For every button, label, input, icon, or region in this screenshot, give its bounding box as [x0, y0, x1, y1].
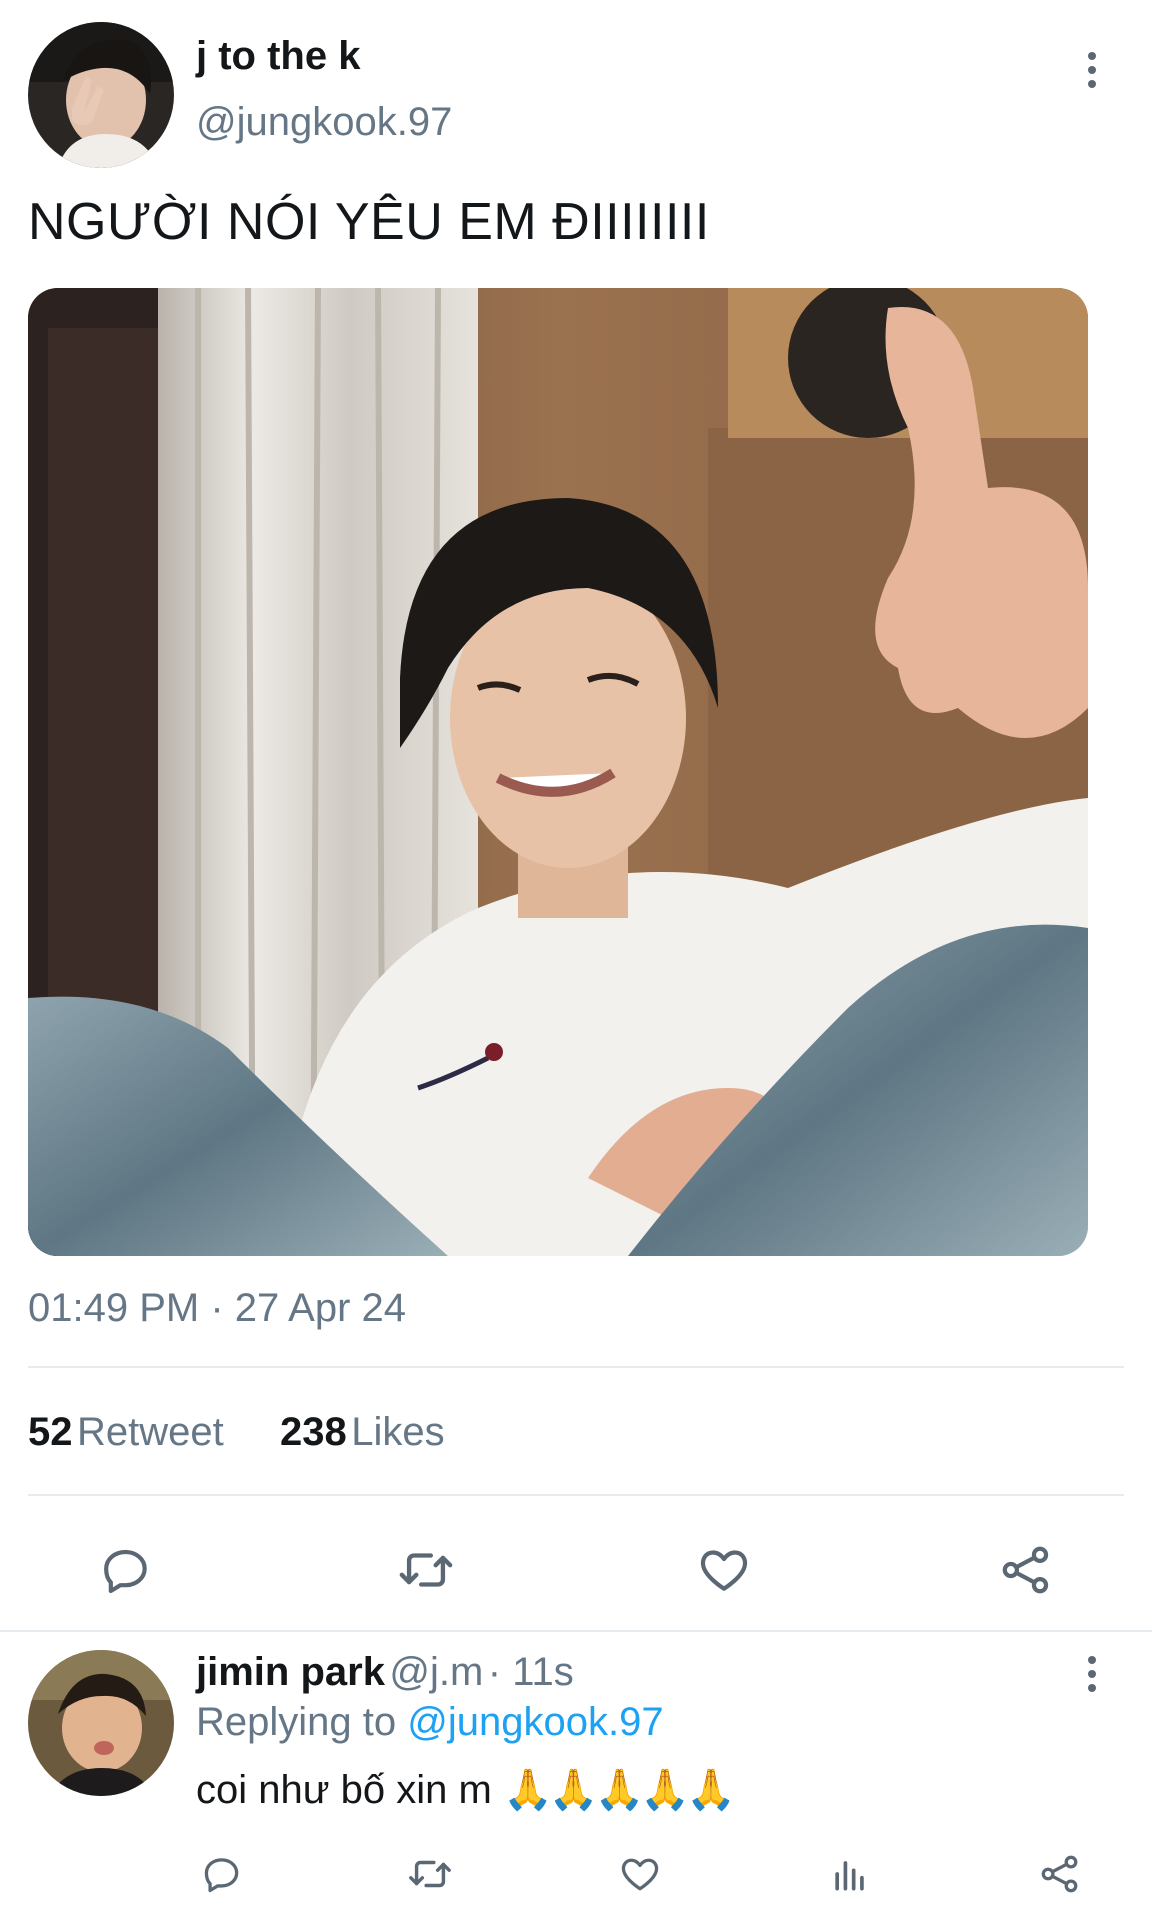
replying-to-link[interactable]: @jungkook.97 [407, 1700, 663, 1744]
analytics-icon[interactable] [822, 1846, 878, 1902]
replying-prefix: Replying to [196, 1700, 397, 1744]
divider [28, 1366, 1124, 1368]
tweet-timestamp: 01:49 PM · 27 Apr 24 [28, 1286, 407, 1330]
reply-avatar[interactable] [28, 1650, 174, 1796]
like-icon[interactable] [688, 1534, 760, 1606]
reply-icon[interactable] [90, 1534, 162, 1606]
reply-author-name[interactable]: jimin park [196, 1650, 385, 1694]
like-icon[interactable] [612, 1846, 668, 1902]
more-vertical-icon[interactable] [1072, 1644, 1112, 1704]
reply-text-line: coi như bố xin m 🙏🙏🙏🙏🙏 [196, 1766, 736, 1813]
likes-stat[interactable]: 238 Likes [280, 1410, 445, 1455]
thread-divider [0, 1630, 1152, 1632]
share-icon[interactable] [1032, 1846, 1088, 1902]
reply-author-handle[interactable]: @j.m [389, 1650, 483, 1694]
divider [28, 1494, 1124, 1496]
more-vertical-icon[interactable] [1072, 40, 1112, 100]
tweet-photo[interactable] [28, 288, 1088, 1256]
author-handle[interactable]: @jungkook.97 [196, 100, 452, 145]
retweet-label: Retweet [76, 1410, 224, 1454]
reply-text: coi như bố xin m [196, 1768, 492, 1812]
replying-to-line: Replying to @jungkook.97 [196, 1700, 664, 1745]
reply-icon[interactable] [194, 1846, 250, 1902]
author-avatar[interactable] [28, 22, 174, 168]
author-name[interactable]: j to the k [196, 34, 360, 79]
likes-label: Likes [351, 1410, 445, 1454]
pray-emoji: 🙏🙏🙏🙏🙏 [502, 1768, 736, 1812]
retweet-stat[interactable]: 52 Retweet [28, 1410, 224, 1455]
retweet-icon[interactable] [402, 1846, 458, 1902]
retweet-count: 52 [28, 1410, 73, 1454]
retweet-icon[interactable] [390, 1534, 462, 1606]
reply-header: jimin park @j.m · 11s [196, 1650, 574, 1695]
likes-count: 238 [280, 1410, 347, 1454]
reply-time: · 11s [487, 1650, 574, 1694]
share-icon[interactable] [990, 1534, 1062, 1606]
tweet-text: NGƯỜI NÓI YÊU EM ĐIIIIIIII [28, 193, 710, 251]
